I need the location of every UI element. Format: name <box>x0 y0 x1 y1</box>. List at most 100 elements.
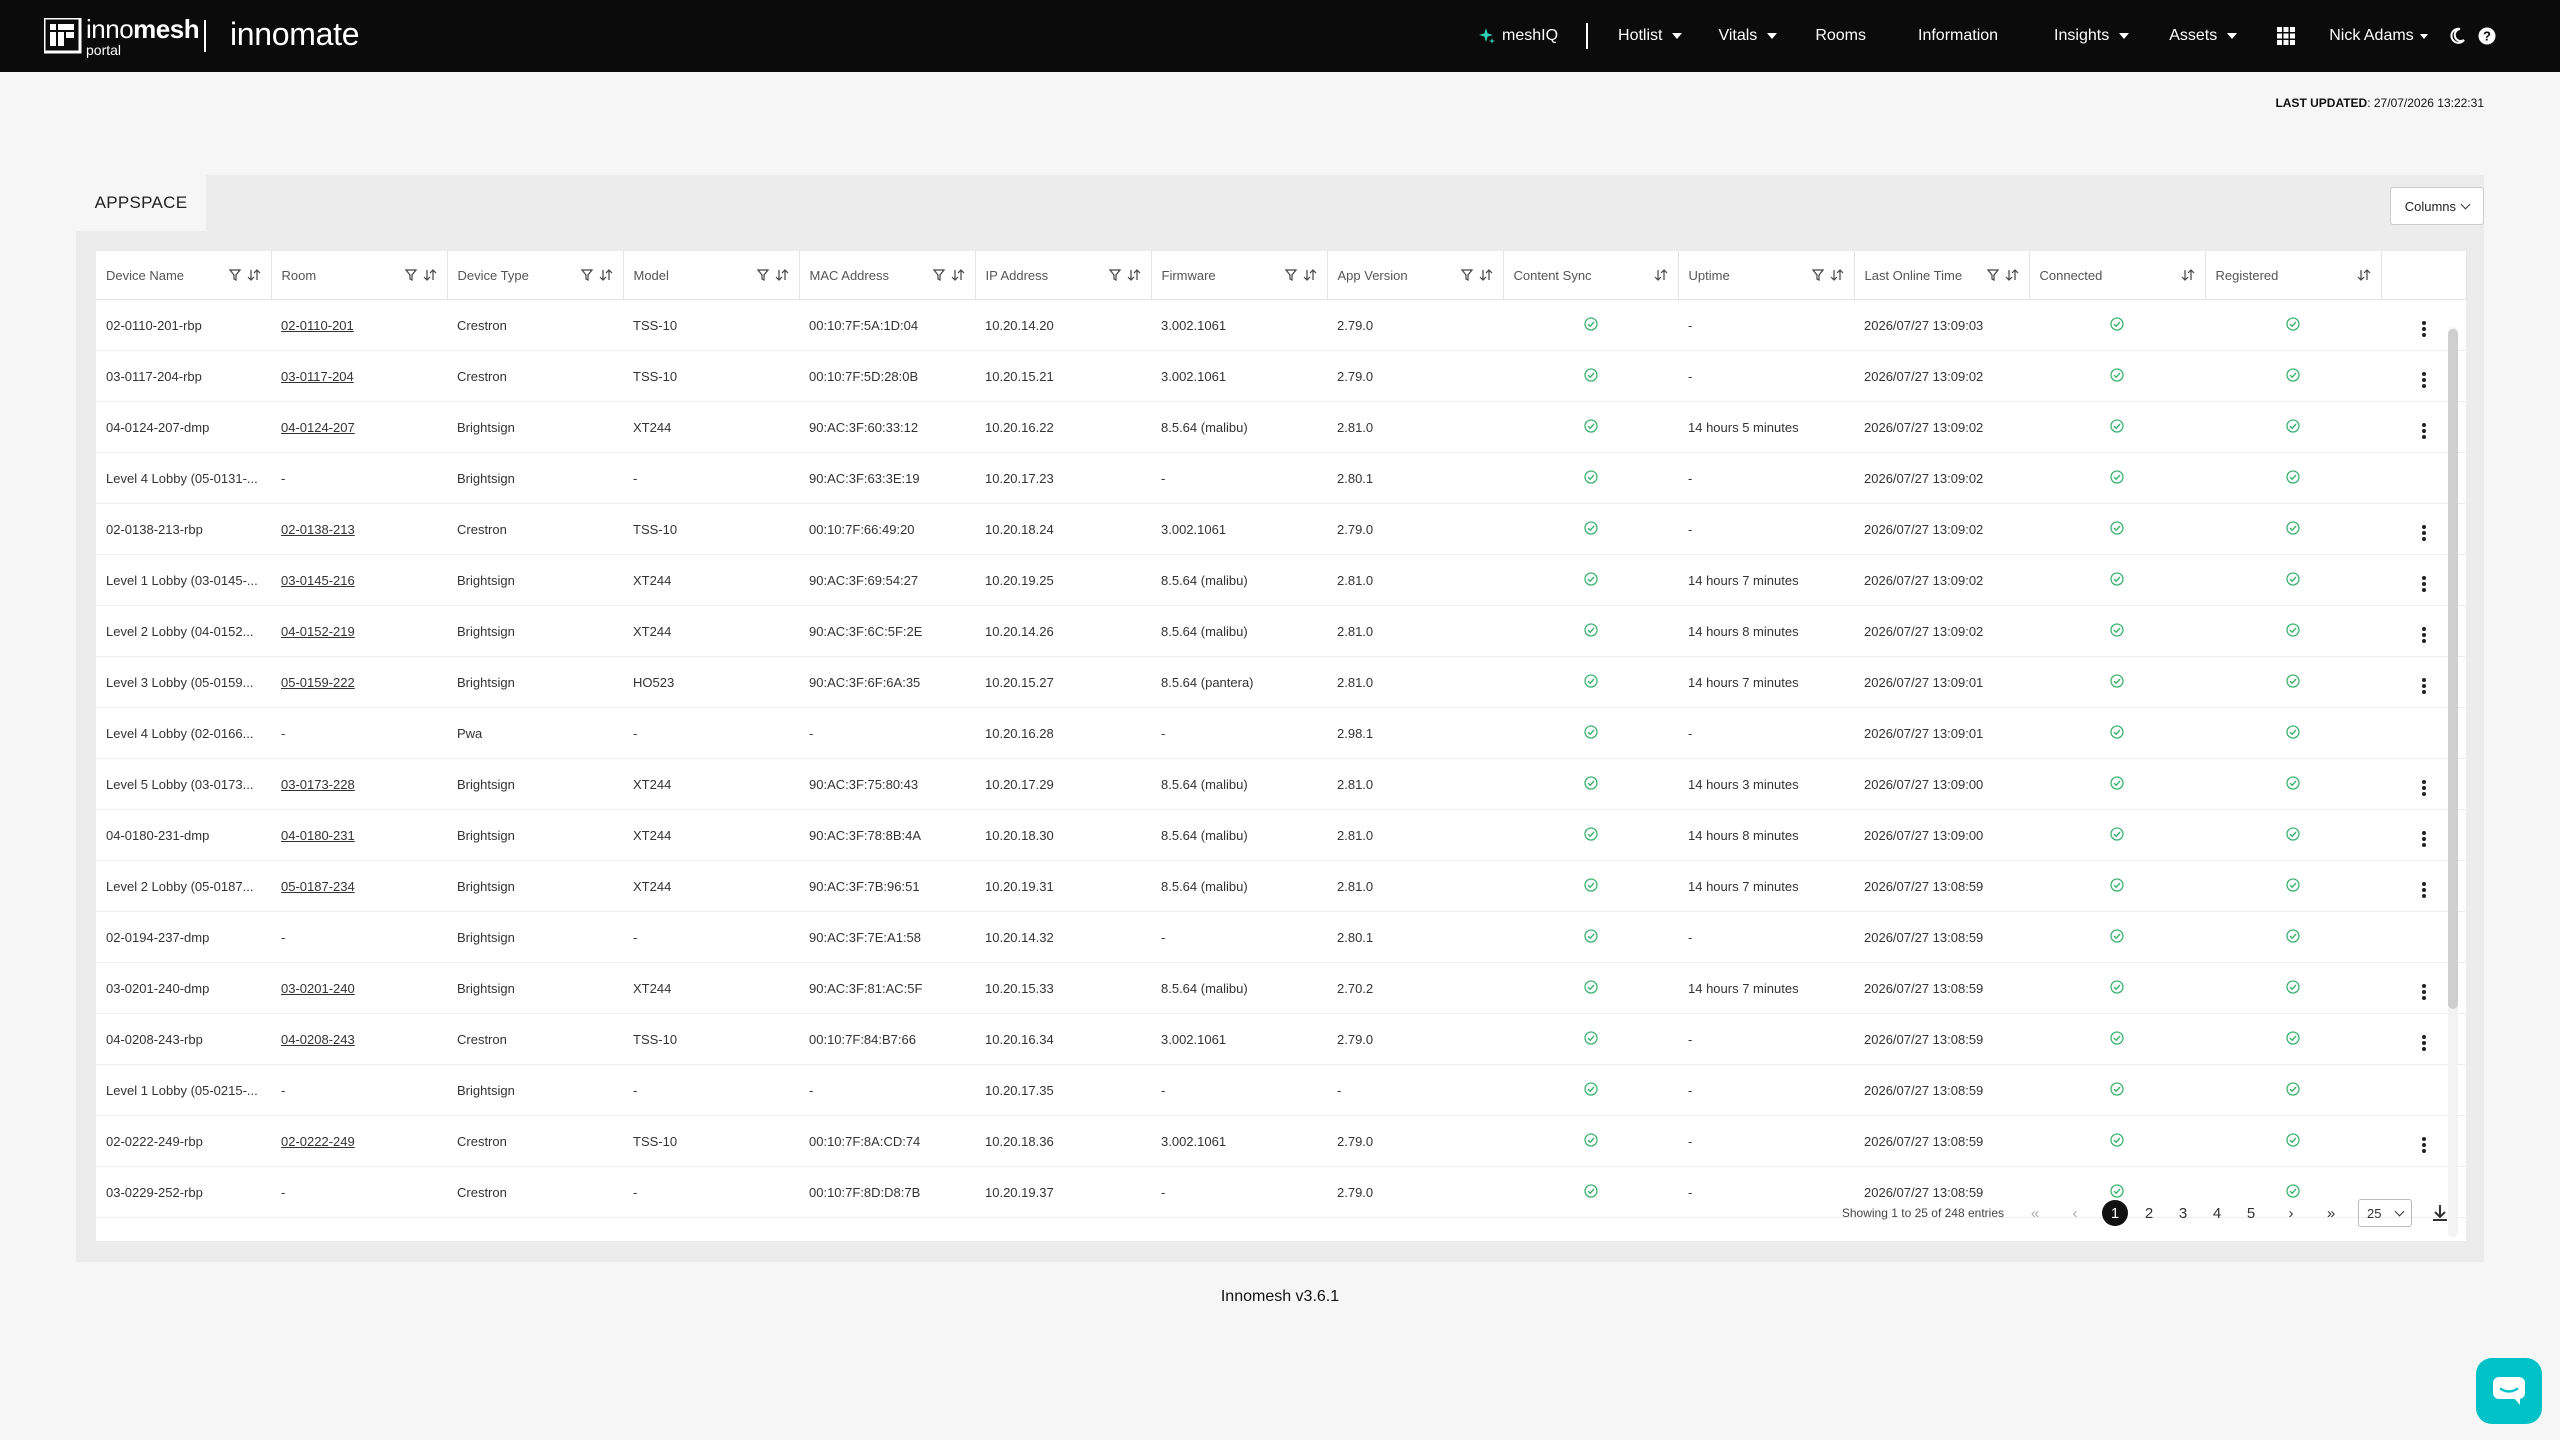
table-row[interactable]: Level 1 Lobby (03-0145-... 03-0145-216 Bri… <box>96 554 2466 606</box>
column-header[interactable]: Device Name <box>96 251 272 300</box>
nav-meshiq[interactable]: meshIQ <box>1478 27 1558 45</box>
dark-mode-toggle[interactable] <box>2448 27 2466 45</box>
sort-icon[interactable] <box>951 269 965 281</box>
more-options-icon[interactable] <box>2421 882 2426 898</box>
column-header[interactable]: Device Type <box>447 251 624 300</box>
table-row[interactable]: 02-0110-201-rbp 02-0110-201 Crestron TSS-10… <box>96 299 2466 351</box>
filter-icon[interactable] <box>1811 269 1824 281</box>
more-options-icon[interactable] <box>2421 678 2426 694</box>
room-link[interactable]: 02-0222-249 <box>281 1134 355 1149</box>
table-row[interactable]: 04-0124-207-dmp 04-0124-207 Brightsign XT24… <box>96 401 2466 453</box>
table-row[interactable]: 02-0194-237-dmp - Brightsign -90:AC:3F:7E:A… <box>96 911 2466 963</box>
per-page-select[interactable]: 25 <box>2358 1199 2412 1227</box>
room-link[interactable]: 05-0159-222 <box>281 675 355 690</box>
table-row[interactable]: 04-0180-231-dmp 04-0180-231 Brightsign XT24… <box>96 809 2466 861</box>
prev-page-button[interactable]: ‹ <box>2062 1200 2088 1226</box>
column-header[interactable]: Model <box>623 251 800 300</box>
filter-icon[interactable] <box>1460 269 1473 281</box>
more-options-icon[interactable] <box>2421 372 2426 388</box>
filter-icon[interactable] <box>1284 269 1297 281</box>
page-button[interactable]: 4 <box>2204 1200 2230 1226</box>
filter-icon[interactable] <box>932 269 945 281</box>
user-menu[interactable]: Nick Adams <box>2329 27 2428 45</box>
filter-icon[interactable] <box>580 269 593 281</box>
column-header[interactable]: App Version <box>1327 251 1504 300</box>
table-row[interactable]: 02-0138-213-rbp 02-0138-213 Crestron TSS-10… <box>96 503 2466 555</box>
column-header[interactable]: MAC Address <box>799 251 976 300</box>
filter-icon[interactable] <box>1986 269 1999 281</box>
sort-icon[interactable] <box>2181 269 2195 281</box>
nav-hotlist[interactable]: Hotlist <box>1618 27 1683 45</box>
more-options-icon[interactable] <box>2421 321 2426 337</box>
page-button[interactable]: 5 <box>2238 1200 2264 1226</box>
table-row[interactable]: Level 1 Lobby (05-0215-... - Brightsign - -1… <box>96 1064 2466 1116</box>
room-link[interactable]: 03-0173-228 <box>281 777 355 792</box>
column-header[interactable]: Firmware <box>1151 251 1328 300</box>
room-link[interactable]: 03-0145-216 <box>281 573 355 588</box>
more-options-icon[interactable] <box>2421 1137 2426 1153</box>
sort-icon[interactable] <box>2005 269 2019 281</box>
table-row[interactable]: Level 2 Lobby (05-0187... 05-0187-234 Brig… <box>96 860 2466 912</box>
help-button[interactable]: ? <box>2478 27 2496 45</box>
room-link[interactable]: 02-0110-201 <box>281 318 354 333</box>
more-options-icon[interactable] <box>2421 780 2426 796</box>
table-row[interactable]: 02-0222-249-rbp 02-0222-249 Crestron TSS-10… <box>96 1115 2466 1167</box>
table-row[interactable]: Level 5 Lobby (03-0173... 03-0173-228 Brig… <box>96 758 2466 810</box>
sort-icon[interactable] <box>775 269 789 281</box>
column-header[interactable]: Content Sync <box>1503 251 1679 300</box>
room-link[interactable]: 04-0124-207 <box>281 420 355 435</box>
nav-assets[interactable]: Assets <box>2169 27 2238 45</box>
more-options-icon[interactable] <box>2421 1035 2426 1051</box>
sort-icon[interactable] <box>1479 269 1493 281</box>
more-options-icon[interactable] <box>2421 423 2426 439</box>
sort-icon[interactable] <box>599 269 613 281</box>
table-row[interactable]: Level 4 Lobby (02-0166... - Pwa - -10.20.16.… <box>96 707 2466 759</box>
innomesh-portal-logo[interactable]: innomesh portal <box>86 16 200 57</box>
column-header[interactable]: Connected <box>2029 251 2206 300</box>
first-page-button[interactable]: « <box>2022 1200 2048 1226</box>
nav-vitals[interactable]: Vitals <box>1718 27 1778 45</box>
nav-information[interactable]: Information <box>1918 27 1998 45</box>
nav-rooms[interactable]: Rooms <box>1815 27 1866 45</box>
column-header[interactable]: IP Address <box>975 251 1152 300</box>
column-header[interactable]: Last Online Time <box>1854 251 2030 300</box>
table-row[interactable]: 03-0201-240-dmp 03-0201-240 Brightsign XT24… <box>96 962 2466 1014</box>
download-icon[interactable] <box>2430 1203 2450 1223</box>
column-header[interactable]: Uptime <box>1678 251 1855 300</box>
sort-icon[interactable] <box>2357 269 2371 281</box>
filter-icon[interactable] <box>756 269 769 281</box>
room-link[interactable]: 04-0152-219 <box>281 624 355 639</box>
table-row[interactable]: Level 4 Lobby (05-0131-... - Brightsign -90… <box>96 452 2466 504</box>
innomate-brand[interactable]: innomate <box>230 16 360 53</box>
column-header[interactable]: Room <box>271 251 448 300</box>
chat-button[interactable] <box>2476 1358 2542 1424</box>
more-options-icon[interactable] <box>2421 984 2426 1000</box>
sort-icon[interactable] <box>1303 269 1317 281</box>
page-button[interactable]: 2 <box>2136 1200 2162 1226</box>
next-page-button[interactable]: › <box>2278 1200 2304 1226</box>
apps-grid-button[interactable] <box>2277 27 2296 45</box>
tab-appspace[interactable]: APPSPACE <box>76 175 206 231</box>
sort-icon[interactable] <box>1127 269 1141 281</box>
page-button[interactable]: 3 <box>2170 1200 2196 1226</box>
table-row[interactable]: Level 3 Lobby (05-0159... 05-0159-222 Brig… <box>96 656 2466 708</box>
room-link[interactable]: 04-0180-231 <box>281 828 355 843</box>
room-link[interactable]: 02-0138-213 <box>281 522 355 537</box>
room-link[interactable]: 03-0201-240 <box>281 981 355 996</box>
filter-icon[interactable] <box>228 269 241 281</box>
room-link[interactable]: 04-0208-243 <box>281 1032 355 1047</box>
room-link[interactable]: 05-0187-234 <box>281 879 355 894</box>
column-header[interactable]: Registered <box>2205 251 2382 300</box>
table-row[interactable]: 03-0117-204-rbp 03-0117-204 Crestron TSS-10… <box>96 350 2466 402</box>
columns-button[interactable]: Columns <box>2389 187 2484 225</box>
table-row[interactable]: 04-0208-243-rbp 04-0208-243 Crestron TSS-10… <box>96 1013 2466 1065</box>
last-page-button[interactable]: » <box>2318 1200 2344 1226</box>
sort-icon[interactable] <box>247 269 261 281</box>
page-button[interactable]: 1 <box>2102 1200 2128 1226</box>
table-row[interactable]: Level 2 Lobby (04-0152... 04-0152-219 Brig… <box>96 605 2466 657</box>
table-scrollbar-thumb[interactable] <box>2448 329 2458 1009</box>
sort-icon[interactable] <box>1654 269 1668 281</box>
filter-icon[interactable] <box>1108 269 1121 281</box>
sort-icon[interactable] <box>1830 269 1844 281</box>
more-options-icon[interactable] <box>2421 831 2426 847</box>
